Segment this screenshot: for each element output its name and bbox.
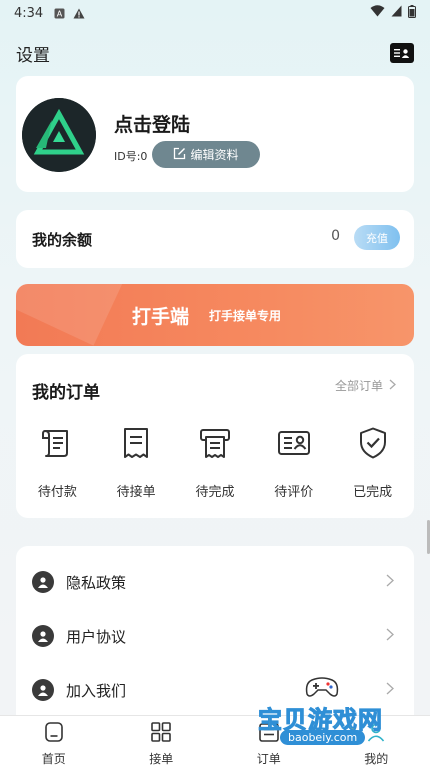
page-title: 设置: [16, 45, 50, 66]
status-bar: 4:34 A: [0, 0, 430, 26]
menu-item-label: 隐私政策: [66, 573, 127, 592]
user-id-label: ID号:0: [114, 150, 148, 163]
tab-label: 接单: [149, 752, 174, 766]
order-item-label: 待接单: [116, 485, 156, 500]
player-mode-banner[interactable]: 打手端 打手接单专用: [16, 284, 414, 346]
home-icon: [43, 721, 65, 747]
avatar[interactable]: [22, 98, 96, 172]
banner-title: 打手端: [132, 305, 190, 328]
orders-title: 我的订单: [32, 383, 100, 403]
bottom-tab-bar: 首页 接单 订单 我的: [0, 715, 430, 766]
banner-subtitle: 打手接单专用: [209, 308, 282, 323]
edit-icon: [173, 147, 186, 163]
contact-card-icon[interactable]: [390, 43, 414, 63]
order-pending-accept[interactable]: 待接单: [101, 426, 171, 500]
signal-icon: [391, 5, 402, 21]
order-item-label: 待评价: [274, 485, 314, 500]
balance-card: 我的余额 0 充值: [16, 210, 414, 268]
notification-a-icon: A: [53, 7, 65, 19]
settings-menu: 隐私政策 用户协议 加入我们: [16, 546, 414, 718]
all-orders-label: 全部订单: [334, 379, 383, 393]
menu-item-label: 用户协议: [66, 627, 127, 646]
user-icon: [32, 571, 54, 593]
balance-value: 0: [331, 228, 340, 244]
login-title[interactable]: 点击登陆: [114, 110, 190, 137]
tab-orders-board[interactable]: 接单: [108, 716, 216, 766]
order-pending-review[interactable]: 待评价: [259, 426, 329, 500]
status-time: 4:34: [14, 5, 44, 21]
tab-label: 首页: [41, 752, 66, 766]
menu-item-privacy-policy[interactable]: 隐私政策: [16, 562, 414, 602]
tab-label: 我的: [364, 752, 389, 766]
user-icon: [32, 679, 54, 701]
order-completed[interactable]: 已完成: [338, 426, 408, 500]
wifi-icon: [370, 5, 385, 21]
all-orders-link[interactable]: 全部订单: [335, 377, 396, 394]
top-bar: 设置: [16, 40, 414, 66]
menu-item-label: 加入我们: [66, 681, 127, 700]
tab-orders[interactable]: 订单: [215, 716, 323, 766]
recharge-button[interactable]: 充值: [354, 225, 400, 250]
svg-text:A: A: [56, 9, 62, 18]
chevron-right-icon: [386, 628, 394, 645]
chevron-right-icon: [386, 574, 394, 591]
edit-profile-label: 编辑资料: [190, 148, 239, 162]
menu-item-join-us[interactable]: 加入我们: [16, 670, 414, 710]
order-pending-payment[interactable]: 待付款: [22, 426, 92, 500]
chevron-right-icon: [386, 682, 394, 699]
order-item-label: 待完成: [195, 485, 235, 500]
tab-home[interactable]: 首页: [0, 716, 108, 766]
menu-item-user-agreement[interactable]: 用户协议: [16, 616, 414, 656]
tab-label: 订单: [256, 752, 281, 766]
payment-doc-icon: [40, 426, 74, 464]
printer-icon: [198, 426, 232, 464]
order-status-list: 待付款 待接单 待完成 待评价 已完成: [16, 426, 414, 500]
warning-icon: [73, 7, 85, 19]
receipt-icon: [119, 426, 153, 464]
profile-card: 点击登陆 ID号:0 编辑资料: [16, 76, 414, 192]
shield-check-icon: [356, 426, 390, 464]
review-card-icon: [277, 426, 311, 464]
battery-icon: [408, 4, 416, 22]
balance-label: 我的余额: [32, 231, 93, 249]
order-item-label: 已完成: [353, 485, 393, 500]
order-item-label: 待付款: [37, 485, 77, 500]
profile-icon: [365, 721, 387, 747]
list-icon: [258, 721, 280, 747]
chevron-right-icon: [389, 379, 396, 393]
tab-mine[interactable]: 我的: [323, 716, 430, 766]
order-in-progress[interactable]: 待完成: [180, 426, 250, 500]
orders-card: 我的订单 全部订单 待付款 待接单 待完成 待评价 已完成: [16, 354, 414, 518]
grid-icon: [150, 721, 172, 747]
user-icon: [32, 625, 54, 647]
edit-profile-button[interactable]: 编辑资料: [152, 141, 260, 168]
